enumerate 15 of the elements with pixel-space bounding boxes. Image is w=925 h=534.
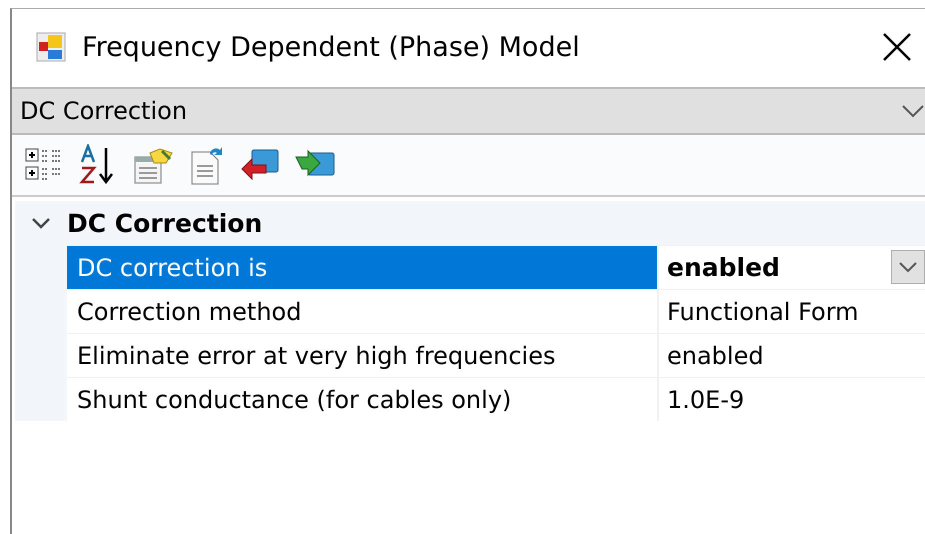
object-dropdown[interactable]: DC Correction — [12, 87, 925, 135]
chevron-down-icon — [898, 261, 918, 273]
property-name[interactable]: Shunt conductance (for cables only) — [67, 378, 657, 421]
collapse-chevron-icon[interactable] — [31, 216, 51, 230]
close-icon — [882, 32, 912, 62]
window-title: Frequency Dependent (Phase) Model — [82, 32, 581, 62]
property-name[interactable]: Eliminate error at very high frequencies — [67, 334, 657, 377]
chevron-down-icon — [901, 104, 925, 118]
property-value[interactable]: 1.0E-9 — [667, 386, 744, 414]
property-name[interactable]: Correction method — [67, 290, 657, 333]
app-icon — [36, 32, 66, 62]
category-header: DC Correction — [67, 208, 262, 238]
dropdown-value: DC Correction — [20, 97, 188, 125]
property-name[interactable]: DC correction is — [67, 246, 657, 289]
dropdown-button[interactable] — [891, 250, 925, 284]
